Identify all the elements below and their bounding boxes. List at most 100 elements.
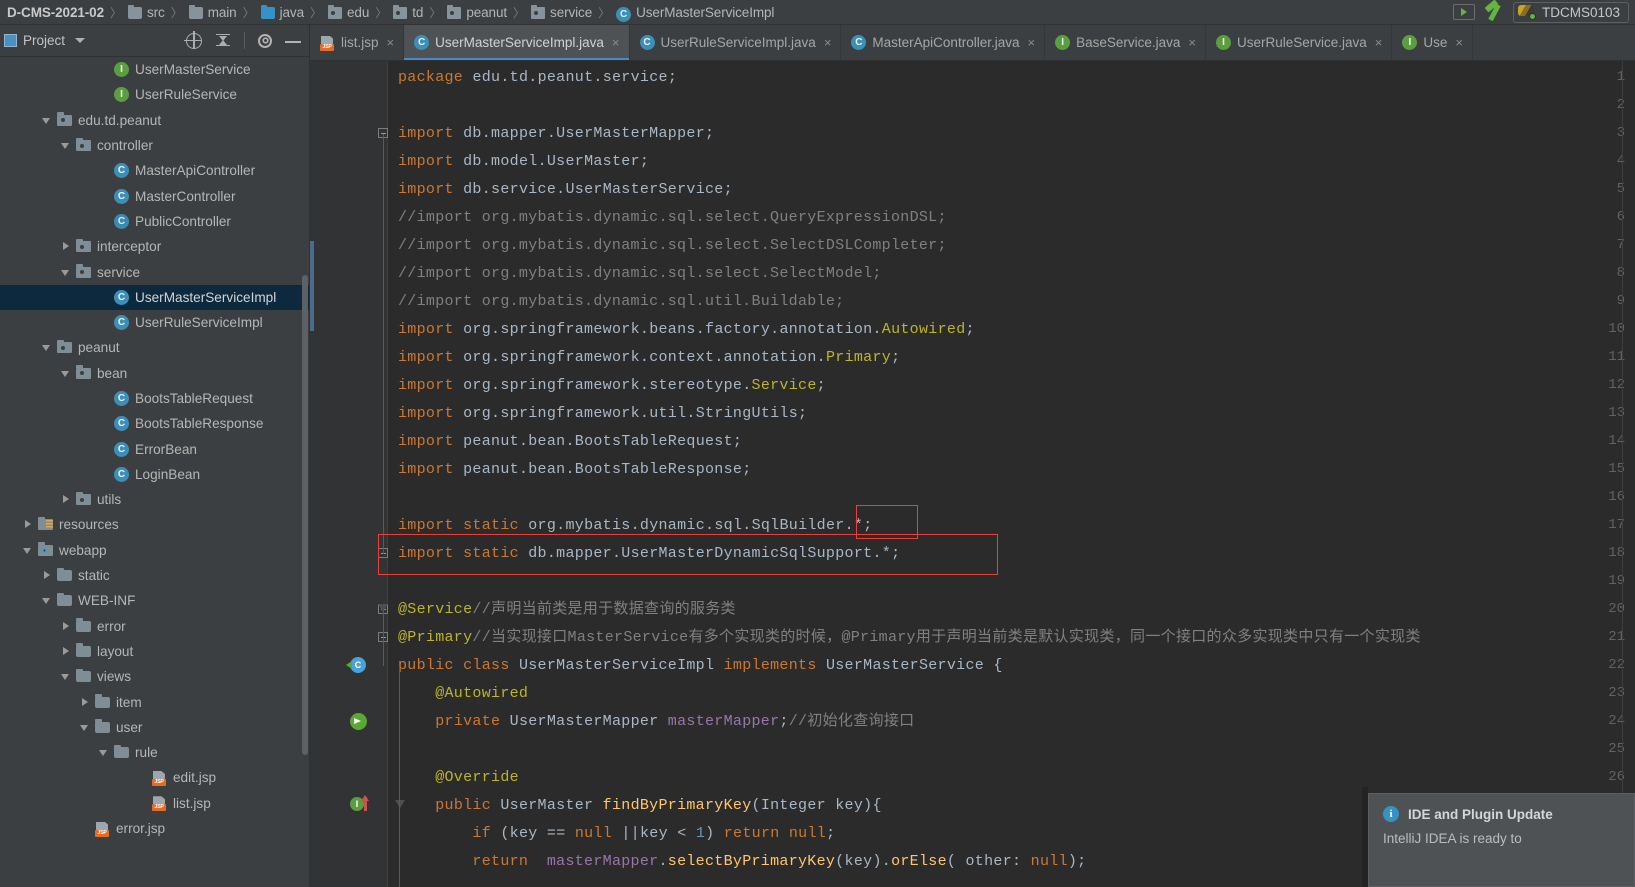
tree-node[interactable]: error.jsp: [0, 816, 310, 841]
chevron-down-icon[interactable]: [75, 38, 86, 43]
chevron-down-icon[interactable]: [60, 266, 73, 279]
chevron-down-icon[interactable]: [22, 544, 35, 557]
breadcrumb-item-java[interactable]: java: [260, 0, 305, 25]
run-icon[interactable]: [1452, 4, 1475, 20]
tree-node-label: layout: [97, 643, 134, 659]
run-configuration-selector[interactable]: TDCMS0103: [1512, 1, 1629, 23]
chevron-right-icon[interactable]: [79, 696, 92, 709]
close-icon[interactable]: ×: [1027, 35, 1035, 50]
chevron-right-icon[interactable]: [41, 569, 54, 582]
breadcrumb-label: main: [207, 4, 237, 20]
chevron-right-icon[interactable]: [60, 620, 73, 633]
editor-tab-baseservice-java[interactable]: I BaseService.java ×: [1045, 25, 1206, 60]
editor-tab-userruleserviceimpl-java[interactable]: C UserRuleServiceImpl.java ×: [630, 25, 842, 60]
code-line: import peanut.bean.BootsTableResponse;: [398, 461, 752, 478]
breadcrumb-item-usermasterserviceimpl[interactable]: C UserMasterServiceImpl: [615, 0, 775, 25]
tree-node[interactable]: C PublicController: [0, 209, 310, 234]
chevron-down-icon[interactable]: [41, 594, 54, 607]
notification-popup[interactable]: i IDE and Plugin Update IntelliJ IDEA is…: [1368, 793, 1635, 887]
chevron-right-icon[interactable]: [60, 493, 73, 506]
breadcrumb-item-main[interactable]: main: [188, 0, 238, 25]
editor-gutter[interactable]: [310, 61, 388, 887]
tree-node[interactable]: controller: [0, 133, 310, 158]
tree-node[interactable]: resources: [0, 512, 310, 537]
tree-node[interactable]: bean: [0, 361, 310, 386]
fold-marker-method[interactable]: [395, 800, 406, 808]
tree-node[interactable]: I UserMasterService: [0, 57, 310, 82]
line-number: 16: [1608, 489, 1625, 505]
tree-node[interactable]: I UserRuleService: [0, 82, 310, 107]
close-icon[interactable]: ×: [1375, 35, 1383, 50]
tree-node-label: MasterController: [135, 188, 236, 204]
implemented-class-gutter-icon[interactable]: C: [346, 657, 367, 674]
project-tree[interactable]: I UserMasterService I UserRuleService edu.td…: [0, 57, 310, 887]
notification-body: IntelliJ IDEA is ready to: [1383, 831, 1522, 846]
editor-tab-userruleservice-java[interactable]: I UserRuleService.java ×: [1206, 25, 1393, 60]
overriding-method-gutter-icon[interactable]: [350, 713, 367, 730]
hammer-icon[interactable]: [1483, 2, 1505, 22]
close-icon[interactable]: ×: [1455, 35, 1463, 50]
tree-node[interactable]: C BootsTableResponse: [0, 411, 310, 436]
project-tree-scrollbar[interactable]: [302, 275, 308, 755]
tree-node[interactable]: webapp: [0, 538, 310, 563]
close-icon[interactable]: ×: [612, 35, 620, 50]
tree-node[interactable]: error: [0, 614, 310, 639]
tree-node[interactable]: C BootsTableRequest: [0, 386, 310, 411]
editor-tab-use[interactable]: I Use ×: [1392, 25, 1473, 60]
tree-node[interactable]: C UserRuleServiceImpl: [0, 310, 310, 335]
tree-node[interactable]: static: [0, 563, 310, 588]
tree-node[interactable]: peanut: [0, 335, 310, 360]
chevron-down-icon[interactable]: [60, 670, 73, 683]
chevron-down-icon[interactable]: [60, 367, 73, 380]
chevron-right-icon[interactable]: [22, 518, 35, 531]
settings-gear-icon[interactable]: [258, 33, 272, 48]
code-line: //import org.mybatis.dynamic.sql.select.…: [398, 237, 947, 254]
chevron-down-icon[interactable]: [41, 341, 54, 354]
chevron-down-icon[interactable]: [79, 721, 92, 734]
tree-node[interactable]: WEB-INF: [0, 588, 310, 613]
tree-node[interactable]: item: [0, 689, 310, 714]
chevron-right-icon[interactable]: [60, 645, 73, 658]
code-editor[interactable]: 1 package edu.td.peanut.service; 2 3 import …: [310, 61, 1635, 887]
tree-node[interactable]: C MasterApiController: [0, 158, 310, 183]
chevron-down-icon[interactable]: [41, 114, 54, 127]
close-icon[interactable]: ×: [387, 35, 395, 50]
chevron-down-icon[interactable]: [60, 139, 73, 152]
tree-node-selected[interactable]: C UserMasterServiceImpl: [0, 284, 310, 310]
tree-node[interactable]: user: [0, 715, 310, 740]
chevron-down-icon[interactable]: [98, 746, 111, 759]
tree-node[interactable]: layout: [0, 639, 310, 664]
tree-node[interactable]: rule: [0, 740, 310, 765]
implements-method-gutter-icon[interactable]: I: [350, 795, 369, 814]
editor-tab-masterapicontroller-java[interactable]: C MasterApiController.java ×: [841, 25, 1046, 60]
tree-node[interactable]: edu.td.peanut: [0, 108, 310, 133]
hide-panel-icon[interactable]: [285, 33, 301, 49]
tree-node[interactable]: C LoginBean: [0, 462, 310, 487]
close-icon[interactable]: ×: [1188, 35, 1196, 50]
collapse-all-icon[interactable]: [215, 33, 231, 49]
tree-node[interactable]: edit.jsp: [0, 765, 310, 790]
tree-node[interactable]: list.jsp: [0, 791, 310, 816]
code-line: import org.springframework.context.annot…: [398, 349, 901, 366]
tab-label: BaseService.java: [1076, 35, 1181, 50]
tree-node[interactable]: utils: [0, 487, 310, 512]
breadcrumb-item-edu[interactable]: edu: [327, 0, 370, 25]
code-line: return masterMapper.selectByPrimaryKey(k…: [472, 853, 1087, 870]
tree-node[interactable]: views: [0, 664, 310, 689]
editor-tab-bar[interactable]: list.jsp × C UserMasterServiceImpl.java × C Us…: [310, 25, 1635, 61]
locate-icon[interactable]: [184, 30, 202, 49]
close-icon[interactable]: ×: [824, 35, 832, 50]
breadcrumb-item-src[interactable]: src: [127, 0, 166, 25]
breadcrumb-item-peanut[interactable]: peanut: [446, 0, 508, 25]
editor-tab-list-jsp[interactable]: list.jsp ×: [310, 25, 405, 60]
tree-node[interactable]: C MasterController: [0, 183, 310, 208]
tree-node[interactable]: interceptor: [0, 234, 310, 259]
breadcrumb-item-service[interactable]: service: [530, 0, 593, 25]
editor-tab-usermasterserviceimpl-java[interactable]: C UserMasterServiceImpl.java ×: [404, 25, 630, 60]
chevron-right-icon[interactable]: [60, 240, 73, 253]
tree-node[interactable]: service: [0, 259, 310, 284]
breadcrumb-item-d-cms-2021-02[interactable]: D-CMS-2021-02: [6, 0, 105, 25]
breadcrumb-item-td[interactable]: td: [392, 0, 424, 25]
tree-node[interactable]: C ErrorBean: [0, 436, 310, 461]
